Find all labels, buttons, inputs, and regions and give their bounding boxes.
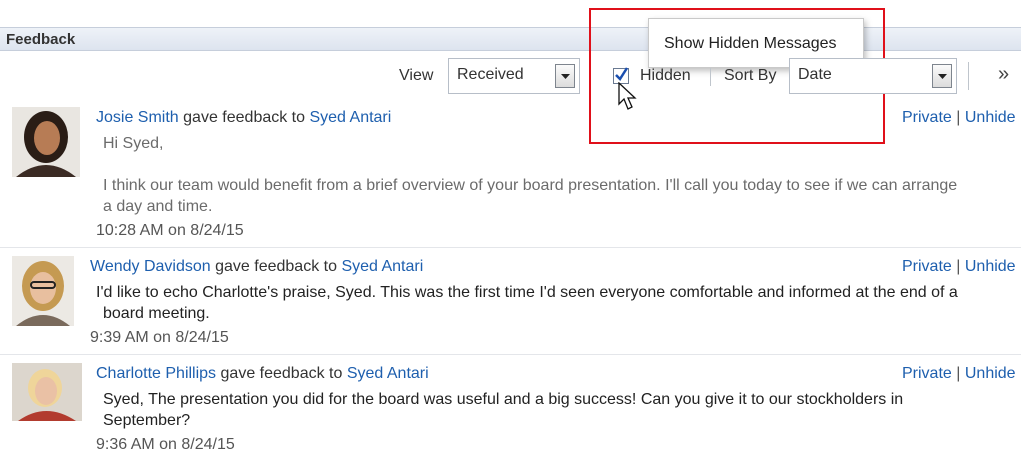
avatar-image xyxy=(12,107,80,177)
avatar xyxy=(12,107,80,177)
gave-feedback-text: gave feedback to xyxy=(215,258,337,275)
recipient-link[interactable]: Syed Antari xyxy=(347,365,429,382)
gave-feedback-text: gave feedback to xyxy=(183,109,306,126)
chevron-down-icon xyxy=(938,74,947,79)
message-line: I'd like to echo Charlotte's praise, Sye… xyxy=(96,284,958,301)
private-link[interactable]: Private xyxy=(902,258,952,275)
feedback-message: Syed, The presentation you did for the b… xyxy=(103,389,1003,431)
feedback-heading: Josie Smith gave feedback to Syed Antari xyxy=(96,109,391,127)
action-separator: | xyxy=(956,365,961,382)
gave-feedback-text: gave feedback to xyxy=(220,365,343,382)
recipient-link[interactable]: Syed Antari xyxy=(309,109,391,126)
sort-by-select[interactable]: Date xyxy=(789,58,957,94)
feedback-heading: Wendy Davidson gave feedback to Syed Ant… xyxy=(90,258,423,276)
private-link[interactable]: Private xyxy=(902,365,952,382)
view-select-dropdown-button[interactable] xyxy=(555,64,575,88)
action-separator: | xyxy=(956,109,961,126)
avatar-image xyxy=(12,363,82,421)
action-separator: | xyxy=(956,258,961,275)
author-link[interactable]: Josie Smith xyxy=(96,109,179,126)
tooltip-text: Show Hidden Messages xyxy=(664,35,837,52)
mouse-cursor-icon xyxy=(618,82,637,110)
feedback-heading: Charlotte Phillips gave feedback to Syed… xyxy=(96,365,429,383)
toolbar-separator xyxy=(968,62,969,90)
avatar xyxy=(12,363,82,421)
sort-by-select-dropdown-button[interactable] xyxy=(932,64,952,88)
checkmark-icon xyxy=(615,67,629,81)
chevron-down-icon xyxy=(561,74,570,79)
feedback-timestamp: 9:39 AM on 8/24/15 xyxy=(90,329,229,346)
row-divider xyxy=(0,354,1021,355)
feedback-timestamp: 10:28 AM on 8/24/15 xyxy=(96,222,244,239)
message-line: I think our team would benefit from a br… xyxy=(103,177,958,194)
view-select[interactable]: Received xyxy=(448,58,580,94)
feedback-message: I think our team would benefit from a br… xyxy=(103,175,1018,217)
private-link[interactable]: Private xyxy=(902,109,952,126)
feedback-greeting: Hi Syed, xyxy=(103,135,164,152)
message-line: a day and time. xyxy=(103,198,213,215)
overflow-menu-icon[interactable]: » xyxy=(998,63,1009,86)
message-line: September? xyxy=(103,412,191,429)
feedback-timestamp: 9:36 AM on 8/24/15 xyxy=(96,436,235,453)
feedback-actions: Private | Unhide xyxy=(902,258,1016,276)
feedback-message: I'd like to echo Charlotte's praise, Sye… xyxy=(96,282,1016,324)
avatar-image xyxy=(12,256,74,326)
unhide-link[interactable]: Unhide xyxy=(965,258,1016,275)
author-link[interactable]: Wendy Davidson xyxy=(90,258,211,275)
feedback-actions: Private | Unhide xyxy=(902,109,1016,127)
avatar xyxy=(12,256,74,326)
sort-by-label: Sort By xyxy=(724,67,777,84)
unhide-link[interactable]: Unhide xyxy=(965,109,1016,126)
feedback-actions: Private | Unhide xyxy=(902,365,1016,383)
message-line: Syed, The presentation you did for the b… xyxy=(103,391,904,408)
author-link[interactable]: Charlotte Phillips xyxy=(96,365,216,382)
sort-by-select-value: Date xyxy=(798,66,832,83)
row-divider xyxy=(0,247,1021,248)
view-label: View xyxy=(399,67,434,84)
unhide-link[interactable]: Unhide xyxy=(965,365,1016,382)
message-line: board meeting. xyxy=(103,305,210,322)
toolbar-separator xyxy=(710,68,711,86)
recipient-link[interactable]: Syed Antari xyxy=(341,258,423,275)
panel-title: Feedback xyxy=(6,31,76,48)
view-select-value: Received xyxy=(457,66,524,83)
hidden-label[interactable]: Hidden xyxy=(640,67,691,85)
